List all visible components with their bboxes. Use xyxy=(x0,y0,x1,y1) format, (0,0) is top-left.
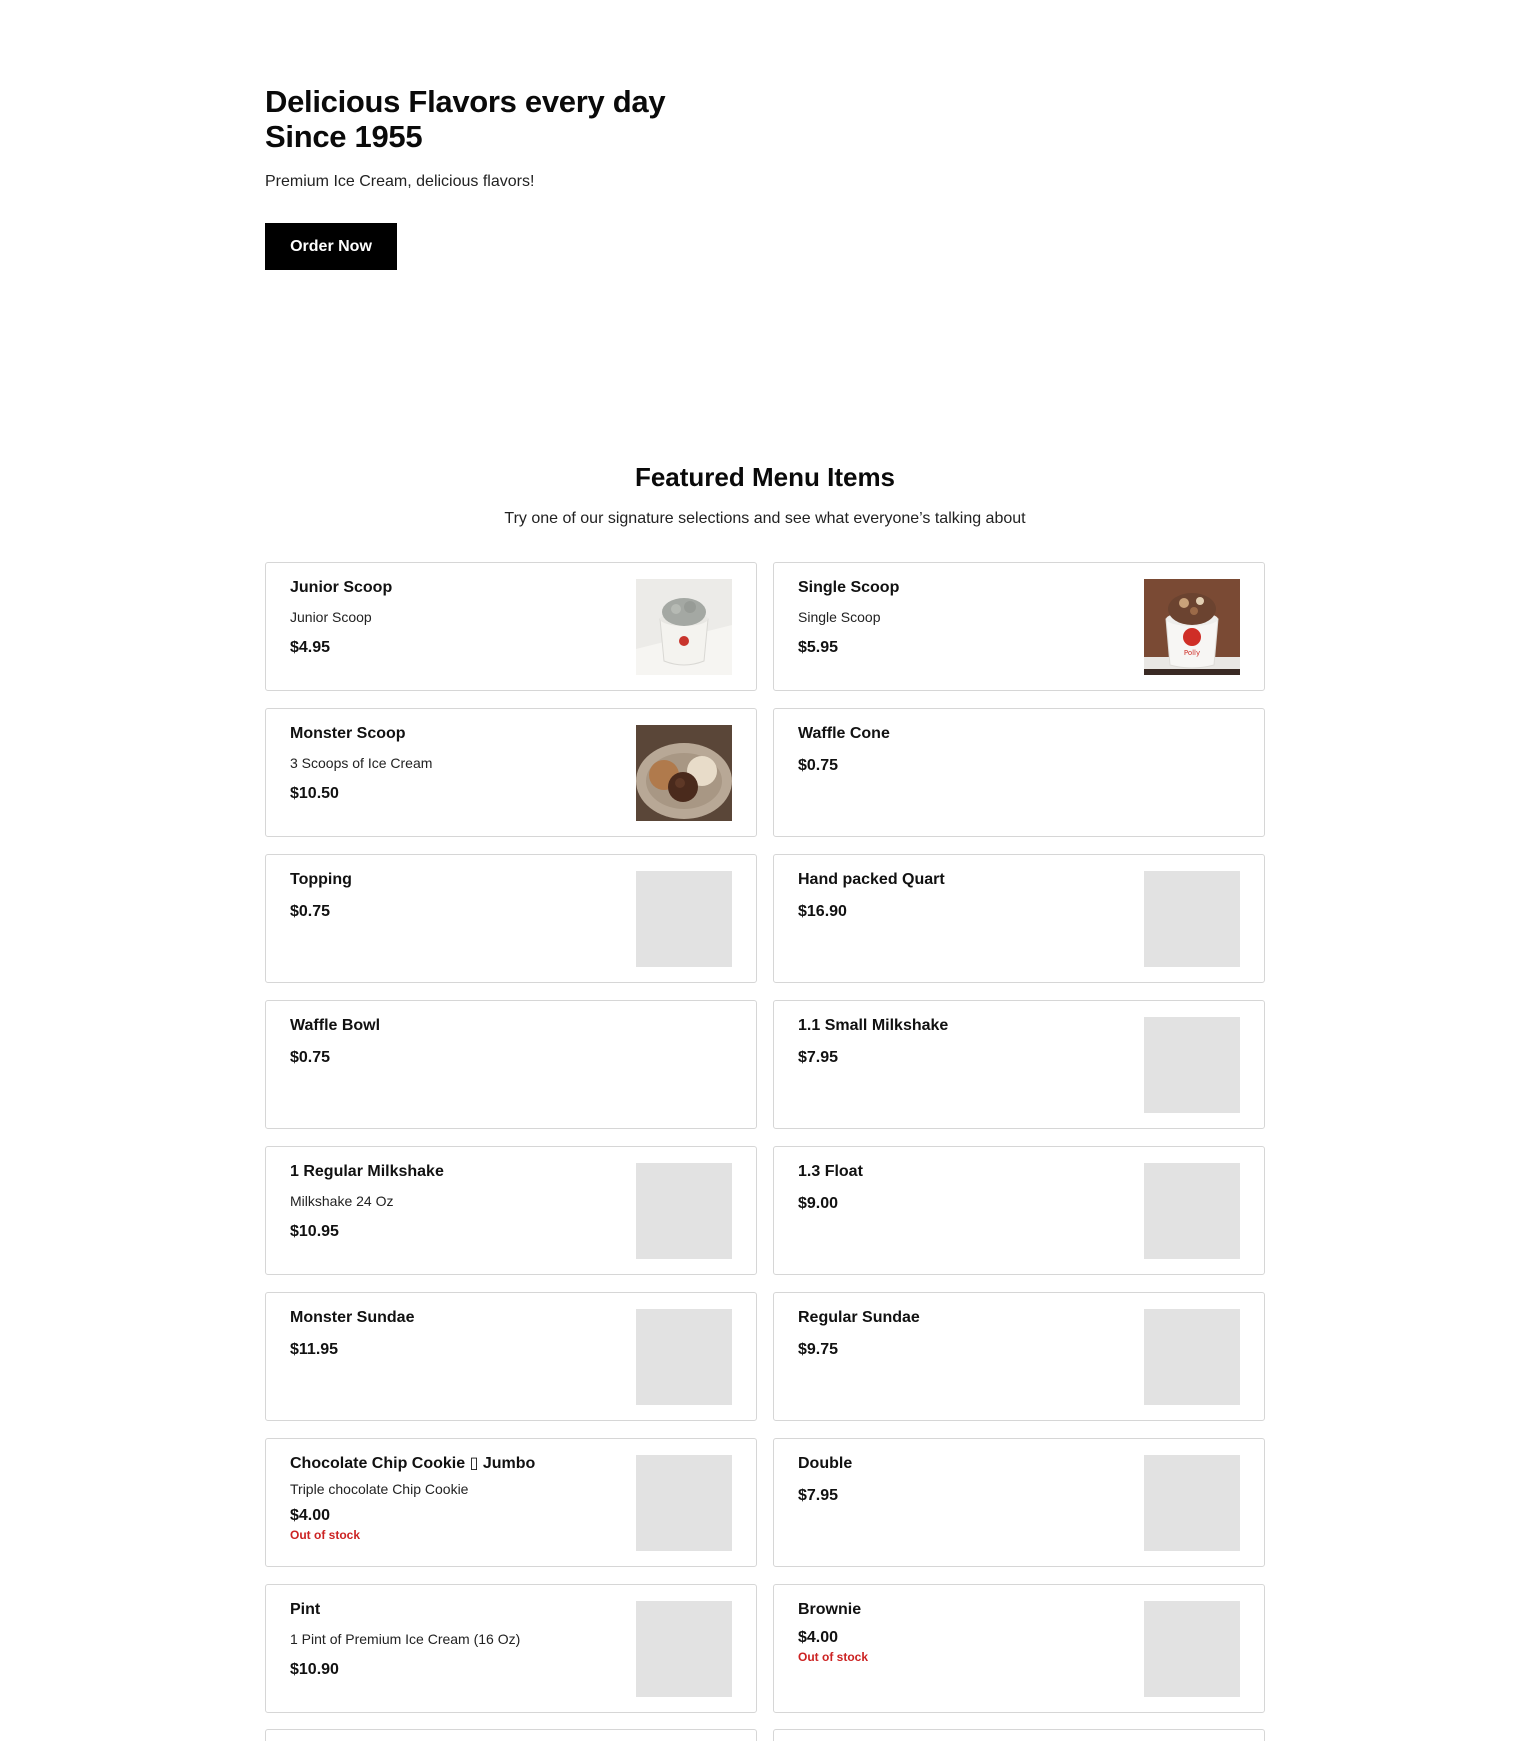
menu-item-price: $10.95 xyxy=(290,1223,339,1240)
menu-item-info: 1.1 Small Milkshake $7.95 xyxy=(798,1016,1134,1068)
menu-item-info: Monster Scoop 3 Scoops of Ice Cream $10.50 xyxy=(290,724,626,804)
menu-item-name: Monster Scoop xyxy=(290,725,406,742)
menu-item-info: 1 Regular Milkshake Milkshake 24 Oz $10.95 xyxy=(290,1162,626,1242)
svg-text:Polly: Polly xyxy=(1184,649,1200,657)
menu-item-name: 1.1 Small Milkshake xyxy=(798,1017,949,1034)
menu-item-price: $0.75 xyxy=(290,903,331,920)
menu-item-price: $4.95 xyxy=(290,639,331,656)
menu-item-info: Regular Sundae $9.75 xyxy=(798,1308,1134,1360)
menu-item-card[interactable]: 1.1 Small Milkshake $7.95 xyxy=(773,1000,1265,1129)
menu-item-card[interactable]: 1.3 Float $9.00 xyxy=(773,1146,1265,1275)
menu-item-name: Waffle Bowl xyxy=(290,1017,381,1034)
menu-item-card[interactable]: Hand packed Quart $16.90 xyxy=(773,854,1265,983)
order-now-button[interactable]: Order Now xyxy=(265,223,397,270)
menu-item-description: 3 Scoops of Ice Cream xyxy=(290,755,433,771)
menu-item-card[interactable]: Junior Scoop Junior Scoop $4.95 xyxy=(265,562,757,691)
out-of-stock-label: Out of stock xyxy=(798,1650,869,1664)
menu-item-price: $10.50 xyxy=(290,785,339,802)
menu-item-info: 1.3 Float $9.00 xyxy=(798,1162,1134,1214)
hero-title-line1: Delicious Flavors every day xyxy=(265,84,666,119)
menu-item-price: $0.75 xyxy=(798,757,839,774)
image-placeholder xyxy=(636,1601,732,1697)
menu-item-description: Milkshake 24 Oz xyxy=(290,1193,394,1209)
menu-item-price: $7.95 xyxy=(798,1049,839,1066)
image-placeholder xyxy=(1144,1601,1240,1697)
hero-title-line2: Since 1955 xyxy=(265,119,423,154)
image-placeholder xyxy=(1144,871,1240,967)
menu-item-price: $5.95 xyxy=(798,639,839,656)
out-of-stock-label: Out of stock xyxy=(290,1528,361,1542)
menu-item-card[interactable]: Pint 1 Pint of Premium Ice Cream (16 Oz) $… xyxy=(265,1584,757,1713)
menu-item-card[interactable]: Topping $0.75 xyxy=(265,854,757,983)
menu-item-card[interactable]: Monster Sundae $11.95 xyxy=(265,1292,757,1421)
menu-item-price: $16.90 xyxy=(798,903,847,920)
menu-item-info: Double $7.95 xyxy=(798,1454,1134,1506)
menu-item-name: Single Scoop xyxy=(798,579,900,596)
image-placeholder xyxy=(636,1455,732,1551)
menu-item-card[interactable]: Brownie $4.00 Out of stock xyxy=(773,1584,1265,1713)
menu-item-info: Hand packed Quart $16.90 xyxy=(798,870,1134,922)
menu-item-info: Chocolate Chip Cookie ▯ Jumbo Triple choc… xyxy=(290,1454,626,1542)
menu-item-info: Junior Scoop Junior Scoop $4.95 xyxy=(290,578,626,658)
menu-grid-next-row xyxy=(265,1729,1265,1741)
menu-item-price: $9.00 xyxy=(798,1195,839,1212)
menu-item-info: Brownie $4.00 Out of stock xyxy=(798,1600,1134,1664)
menu-item-name: Chocolate Chip Cookie ▯ Jumbo xyxy=(290,1455,536,1472)
menu-item-info: Single Scoop Single Scoop $5.95 xyxy=(798,578,1134,658)
menu-item-card[interactable]: Waffle Bowl $0.75 xyxy=(265,1000,757,1129)
image-placeholder xyxy=(1144,1455,1240,1551)
monster-scoop-photo xyxy=(636,725,732,821)
menu-item-card[interactable] xyxy=(265,1729,757,1741)
image-placeholder xyxy=(636,1309,732,1405)
menu-item-price: $9.75 xyxy=(798,1341,839,1358)
menu-item-card[interactable]: Monster Scoop 3 Scoops of Ice Cream $10.50 xyxy=(265,708,757,837)
hero-section: Delicious Flavors every day Since 1955 P… xyxy=(265,84,865,270)
menu-item-name: Brownie xyxy=(798,1601,862,1618)
menu-item-name: Waffle Cone xyxy=(798,725,890,742)
menu-item-card[interactable]: Double $7.95 xyxy=(773,1438,1265,1567)
menu-item-price: $11.95 xyxy=(290,1341,339,1358)
menu-item-name: 1.3 Float xyxy=(798,1163,863,1180)
single-scoop-photo: Polly xyxy=(1144,579,1240,675)
featured-subtitle: Try one of our signature selections and … xyxy=(504,510,1026,527)
menu-item-card[interactable]: Regular Sundae $9.75 xyxy=(773,1292,1265,1421)
menu-item-info: Topping $0.75 xyxy=(290,870,626,922)
image-placeholder xyxy=(636,1163,732,1259)
menu-item-info: Monster Sundae $11.95 xyxy=(290,1308,626,1360)
junior-scoop-photo xyxy=(636,579,732,675)
menu-item-description: Junior Scoop xyxy=(290,609,372,625)
image-placeholder xyxy=(1144,1309,1240,1405)
hero-subtitle: Premium Ice Cream, delicious flavors! xyxy=(265,173,535,190)
menu-item-name: Regular Sundae xyxy=(798,1309,920,1326)
image-placeholder xyxy=(636,871,732,967)
menu-grid: Junior Scoop Junior Scoop $4.95 Single Scoo… xyxy=(265,562,1265,1713)
menu-item-description: Single Scoop xyxy=(798,609,881,625)
menu-item-name: Hand packed Quart xyxy=(798,871,945,888)
menu-item-name: Double xyxy=(798,1455,853,1472)
menu-item-price: $10.90 xyxy=(290,1661,339,1678)
menu-item-name: Topping xyxy=(290,871,352,888)
menu-item-name: Monster Sundae xyxy=(290,1309,415,1326)
menu-item-info: Pint 1 Pint of Premium Ice Cream (16 Oz) $… xyxy=(290,1600,626,1680)
menu-item-price: $7.95 xyxy=(798,1487,839,1504)
menu-item-price: $0.75 xyxy=(290,1049,331,1066)
menu-item-price: $4.00 xyxy=(798,1629,839,1646)
menu-item-card[interactable]: Chocolate Chip Cookie ▯ Jumbo Triple choc… xyxy=(265,1438,757,1567)
menu-item-description: Triple chocolate Chip Cookie xyxy=(290,1481,469,1497)
hero-title: Delicious Flavors every day Since 1955 xyxy=(265,84,865,154)
image-placeholder xyxy=(1144,1017,1240,1113)
image-placeholder xyxy=(1144,1163,1240,1259)
menu-item-name: Junior Scoop xyxy=(290,579,393,596)
menu-item-card[interactable]: 1 Regular Milkshake Milkshake 24 Oz $10.95 xyxy=(265,1146,757,1275)
menu-item-card[interactable] xyxy=(773,1729,1265,1741)
menu-item-card[interactable]: Single Scoop Single Scoop $5.95 Polly xyxy=(773,562,1265,691)
menu-item-description: 1 Pint of Premium Ice Cream (16 Oz) xyxy=(290,1631,521,1647)
menu-item-price: $4.00 xyxy=(290,1507,331,1524)
menu-item-info: Waffle Cone $0.75 xyxy=(798,724,1134,776)
menu-item-info: Waffle Bowl $0.75 xyxy=(290,1016,626,1068)
menu-item-card[interactable]: Waffle Cone $0.75 xyxy=(773,708,1265,837)
menu-item-name: Pint xyxy=(290,1601,321,1618)
menu-item-name: 1 Regular Milkshake xyxy=(290,1163,444,1180)
featured-title: Featured Menu Items xyxy=(634,462,896,492)
